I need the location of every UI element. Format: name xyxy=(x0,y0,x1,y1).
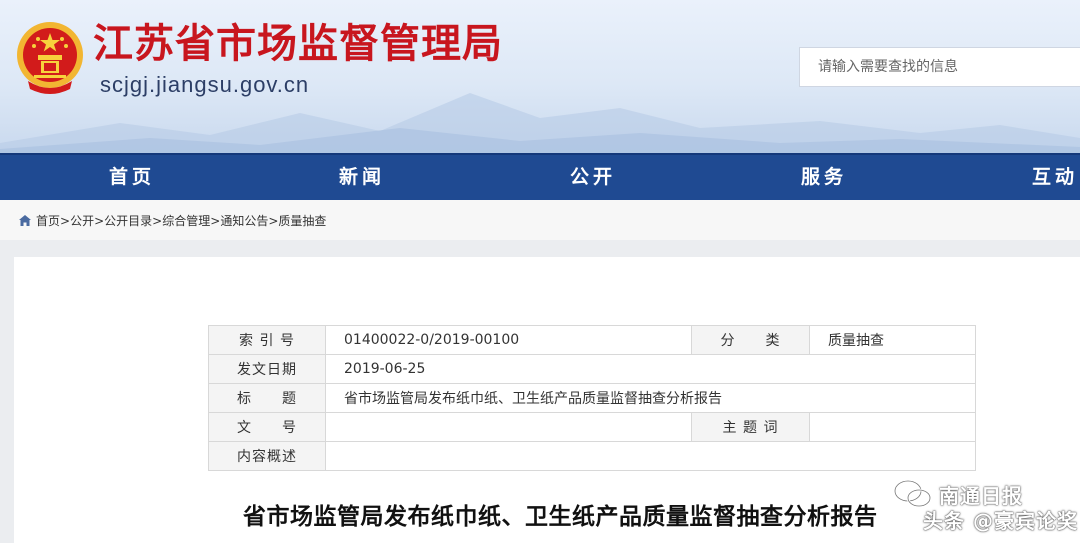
breadcrumb-notices[interactable]: 通知公告 xyxy=(220,212,268,229)
home-icon xyxy=(19,215,31,226)
watermark-credit: 头条 @豪宾论奖 xyxy=(923,509,1078,533)
table-row: 索 引 号 01400022-0/2019-00100 分 类 质量抽查 xyxy=(208,325,976,355)
nav-item-home[interactable]: 首页 xyxy=(109,155,155,200)
table-row: 内容概述 xyxy=(208,441,976,471)
title-label: 标 题 xyxy=(208,383,326,413)
summary-value xyxy=(325,441,976,471)
table-row: 标 题 省市场监管局发布纸巾纸、卫生纸产品质量监督抽查分析报告 xyxy=(208,383,976,413)
breadcrumb-separator: > xyxy=(268,213,279,228)
breadcrumb-separator: > xyxy=(60,213,71,228)
search-box[interactable] xyxy=(799,47,1080,87)
breadcrumb-home[interactable]: 首页 xyxy=(36,212,60,229)
date-value: 2019-06-25 xyxy=(325,354,976,384)
table-row: 发文日期 2019-06-25 xyxy=(208,354,976,384)
breadcrumb-public[interactable]: 公开 xyxy=(70,212,94,229)
nav-item-news[interactable]: 新闻 xyxy=(339,155,385,200)
keywords-value xyxy=(809,412,976,442)
search-input[interactable] xyxy=(818,48,1080,86)
category-label: 分 类 xyxy=(691,325,810,355)
national-emblem-icon xyxy=(17,22,83,94)
table-row: 文 号 主 题 词 xyxy=(208,412,976,442)
index-label: 索 引 号 xyxy=(208,325,326,355)
date-label: 发文日期 xyxy=(208,354,326,384)
breadcrumb-bar: 首页 > 公开 > 公开目录 > 综合管理 > 通知公告 > 质量抽查 xyxy=(0,200,1080,240)
title-value: 省市场监管局发布纸巾纸、卫生纸产品质量监督抽查分析报告 xyxy=(325,383,976,413)
nav-item-services[interactable]: 服务 xyxy=(801,155,847,200)
site-name: 江苏省市场监督管理局 xyxy=(93,20,503,67)
nav-item-public[interactable]: 公开 xyxy=(570,155,616,200)
site-domain: scjgj.jiangsu.gov.cn xyxy=(100,72,310,97)
docno-value xyxy=(325,412,692,442)
docno-label: 文 号 xyxy=(208,412,326,442)
main-nav: 首页 新闻 公开 服务 互动 xyxy=(0,153,1080,200)
breadcrumb-general-admin[interactable]: 综合管理 xyxy=(162,212,210,229)
summary-label: 内容概述 xyxy=(208,441,326,471)
site-header: 江苏省市场监督管理局 scjgj.jiangsu.gov.cn xyxy=(0,0,1080,153)
category-value: 质量抽查 xyxy=(809,325,976,355)
breadcrumb-public-catalog[interactable]: 公开目录 xyxy=(104,212,152,229)
nav-item-interaction[interactable]: 互动 xyxy=(1032,155,1078,200)
breadcrumb-quality-check[interactable]: 质量抽查 xyxy=(278,212,326,229)
breadcrumb: 首页 > 公开 > 公开目录 > 综合管理 > 通知公告 > 质量抽查 xyxy=(18,212,326,229)
index-value: 01400022-0/2019-00100 xyxy=(325,325,692,355)
breadcrumb-separator: > xyxy=(94,213,105,228)
breadcrumb-separator: > xyxy=(152,213,163,228)
article-title: 省市场监管局发布纸巾纸、卫生纸产品质量监督抽查分析报告 xyxy=(243,504,878,530)
breadcrumb-separator: > xyxy=(210,213,221,228)
document-info-table: 索 引 号 01400022-0/2019-00100 分 类 质量抽查 发文日… xyxy=(208,325,976,471)
keywords-label: 主 题 词 xyxy=(691,412,810,442)
